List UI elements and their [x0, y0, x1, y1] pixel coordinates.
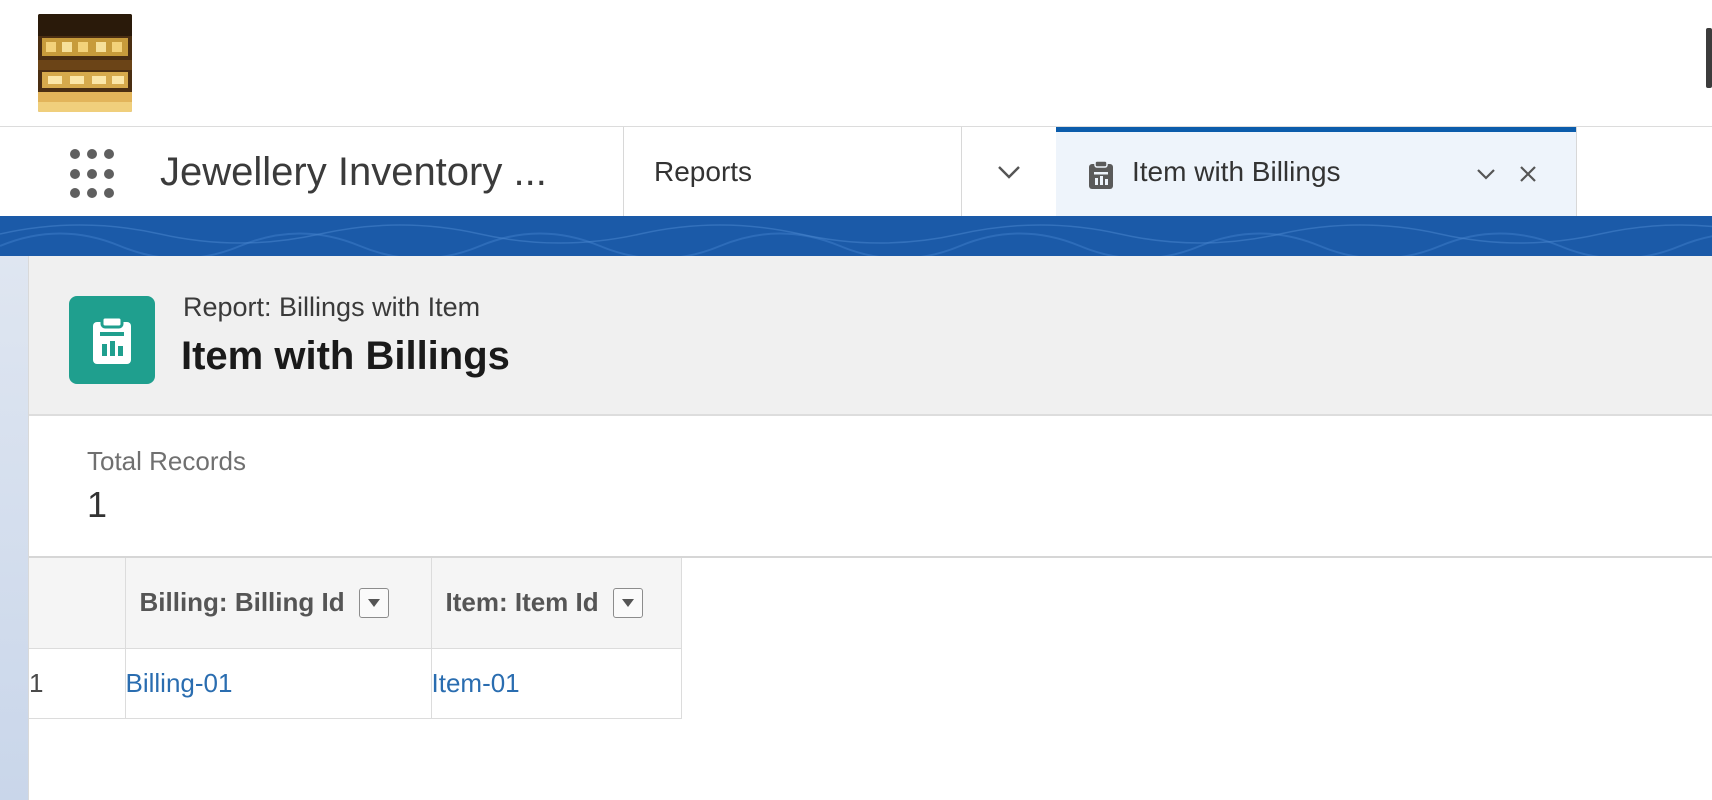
tab-reports[interactable]: Reports — [624, 127, 960, 217]
item-id-cell: Item-01 — [431, 648, 682, 719]
report-type-label: Report: Billings with Item — [183, 292, 481, 322]
tab-item-with-billings[interactable]: Item with Billings — [1056, 127, 1576, 217]
report-page-header: Report: Billings with Item Item with Bil… — [29, 256, 1712, 416]
total-records-value: 1 — [87, 484, 108, 525]
report-clipboard-icon — [93, 315, 131, 364]
close-icon — [1520, 166, 1536, 182]
column-menu-button[interactable] — [358, 587, 389, 618]
column-menu-button[interactable] — [612, 587, 643, 618]
reports-dropdown-button[interactable] — [962, 127, 1056, 217]
tab-options-button[interactable] — [1468, 156, 1504, 192]
left-gutter — [0, 256, 28, 800]
window-edge-marker — [1706, 28, 1712, 88]
billing-id-cell: Billing-01 — [125, 648, 432, 719]
billing-record-link[interactable]: Billing-01 — [126, 668, 233, 698]
row-number: 1 — [29, 648, 126, 719]
column-header-billing-id[interactable]: Billing: Billing Id — [125, 558, 432, 649]
column-header-item-id[interactable]: Item: Item Id — [431, 558, 682, 649]
column-header-label: Billing: Billing Id — [139, 587, 345, 618]
caret-down-icon — [621, 598, 634, 607]
column-header-label: Item: Item Id — [445, 587, 599, 618]
report-table: Billing: Billing Id Item: Item Id 1 Bill… — [29, 558, 682, 719]
nav-divider — [1576, 127, 1577, 217]
table-row: 1 Billing-01 Item-01 — [29, 648, 682, 719]
table-header-row: Billing: Billing Id Item: Item Id — [29, 558, 682, 649]
jewellery-logo-image — [38, 14, 132, 112]
report-object-icon — [69, 296, 155, 384]
total-records-label: Total Records — [87, 446, 246, 476]
report-table-container: Billing: Billing Id Item: Item Id 1 Bill… — [29, 556, 1712, 800]
caret-down-icon — [367, 598, 380, 607]
report-icon — [1089, 160, 1113, 189]
app-launcher-grid-icon[interactable] — [70, 149, 122, 201]
app-name: Jewellery Inventory ... — [160, 150, 547, 194]
row-number-header — [29, 558, 126, 649]
chevron-down-icon — [1477, 169, 1495, 180]
page-title: Item with Billings — [181, 334, 510, 378]
item-record-link[interactable]: Item-01 — [432, 668, 520, 698]
chevron-down-icon — [998, 166, 1020, 179]
report-card: Report: Billings with Item Item with Bil… — [28, 256, 1712, 800]
app-logo[interactable] — [38, 14, 132, 112]
tab-close-button[interactable] — [1510, 156, 1546, 192]
tab-label: Item with Billings — [1132, 156, 1341, 187]
background-pattern — [0, 216, 1712, 256]
decorative-wave-pattern — [0, 224, 1712, 256]
navigation-bar: Jewellery Inventory ... Reports Item wit… — [0, 126, 1712, 217]
global-header — [0, 0, 1712, 126]
